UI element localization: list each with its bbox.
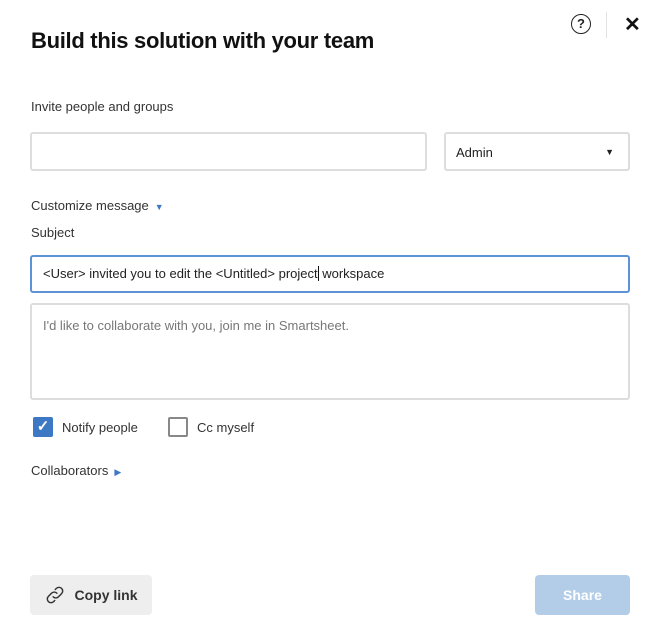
caret-down-icon: ▼	[154, 202, 164, 212]
cc-myself-label: Cc myself	[197, 419, 255, 435]
chevron-down-icon: ▼	[605, 147, 614, 157]
copy-link-label: Copy link	[74, 587, 138, 603]
copy-link-button[interactable]: Copy link	[30, 575, 152, 615]
customize-message-label: Customize message	[31, 198, 149, 213]
help-icon[interactable]: ?	[571, 14, 591, 34]
notify-people-checkbox[interactable]: ✓ Notify people	[33, 417, 138, 437]
link-icon	[47, 586, 64, 604]
subject-input[interactable]: <User> invited you to edit the <Untitled…	[30, 255, 630, 293]
customize-message-toggle[interactable]: Customize message ▼	[31, 198, 164, 213]
subject-text-rest: workspace	[318, 266, 385, 281]
close-icon[interactable]: ✕	[624, 12, 641, 37]
collaborators-label: Collaborators	[31, 463, 109, 478]
notify-people-label: Notify people	[62, 419, 138, 435]
role-value: Admin	[456, 145, 493, 160]
share-button[interactable]: Share	[535, 575, 630, 615]
message-textarea[interactable]: I'd like to collaborate with you, join m…	[30, 303, 630, 400]
subject-text: <User> invited you to edit the <Untitled…	[43, 266, 318, 281]
divider	[606, 12, 607, 38]
subject-label: Subject	[31, 225, 75, 240]
invite-label: Invite people and groups	[31, 99, 174, 114]
message-placeholder: I'd like to collaborate with you, join m…	[43, 318, 349, 333]
dialog-title: Build this solution with your team	[31, 28, 375, 53]
checkbox-empty-icon	[168, 417, 188, 437]
collaborators-toggle[interactable]: Collaborators ▶	[31, 463, 121, 478]
caret-right-icon: ▶	[114, 467, 122, 477]
cc-myself-checkbox[interactable]: Cc myself	[168, 417, 254, 437]
invite-input[interactable]	[30, 132, 427, 171]
checkmark-icon: ✓	[33, 417, 53, 437]
role-select[interactable]: Admin ▼	[444, 132, 630, 171]
